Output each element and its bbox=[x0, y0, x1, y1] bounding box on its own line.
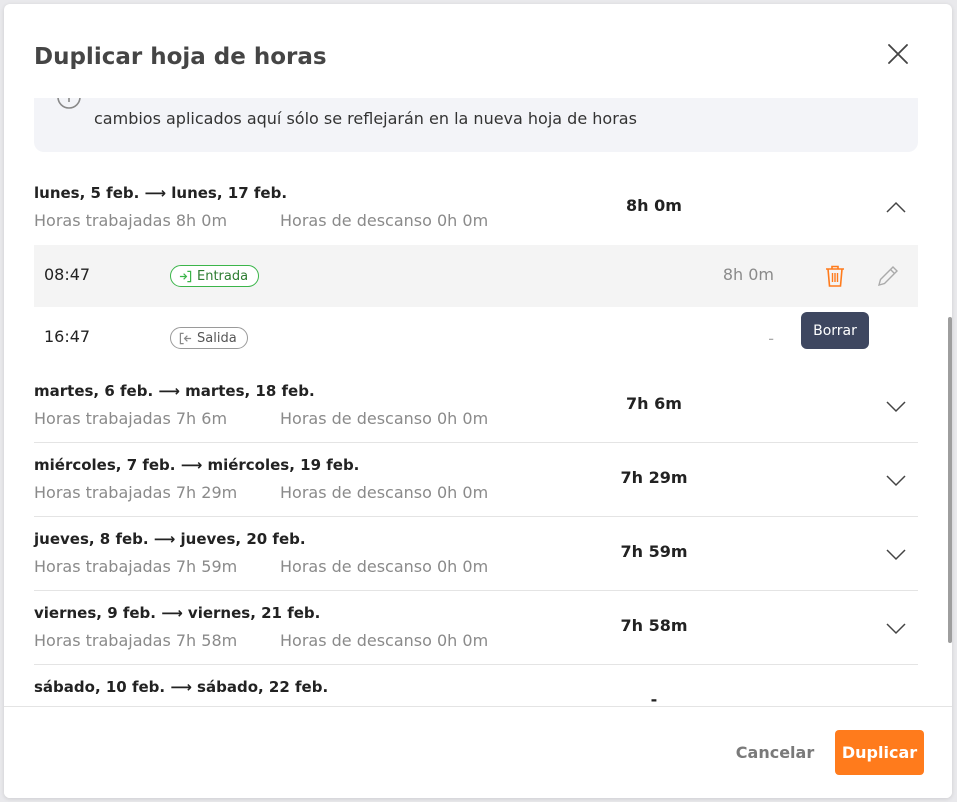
day-row-tuesday[interactable]: martes, 6 feb. ⟶ martes, 18 feb. Horas t… bbox=[34, 369, 918, 443]
day-row-saturday[interactable]: sábado, 10 feb. ⟶ sábado, 22 feb. - bbox=[34, 665, 918, 706]
day-title: miércoles, 7 feb. ⟶ miércoles, 19 feb. bbox=[34, 456, 360, 474]
entry-type-label: Entrada bbox=[197, 268, 249, 284]
day-title: viernes, 9 feb. ⟶ viernes, 21 feb. bbox=[34, 604, 321, 622]
day-row-thursday[interactable]: jueves, 8 feb. ⟶ jueves, 20 feb. Horas t… bbox=[34, 517, 918, 591]
duplicate-button[interactable]: Duplicar bbox=[835, 730, 924, 775]
trash-icon bbox=[826, 265, 844, 287]
entry-duration: - bbox=[768, 329, 774, 348]
day-total: 7h 59m bbox=[620, 542, 688, 561]
day-worked-hours: Horas trabajadas 7h 29m bbox=[34, 483, 238, 502]
entry-type-badge: Entrada bbox=[170, 265, 260, 287]
chevron-up-icon[interactable] bbox=[884, 196, 908, 220]
day-title: sábado, 10 feb. ⟶ sábado, 22 feb. bbox=[34, 678, 329, 696]
day-total: 7h 29m bbox=[620, 468, 688, 487]
edit-entry-button[interactable] bbox=[874, 262, 902, 290]
day-break-hours: Horas de descanso 0h 0m bbox=[280, 483, 489, 502]
chevron-down-icon[interactable] bbox=[884, 542, 908, 566]
day-total: 7h 6m bbox=[626, 394, 682, 413]
chevron-down-icon[interactable] bbox=[884, 616, 908, 640]
pencil-icon bbox=[878, 266, 898, 286]
delete-tooltip: Borrar bbox=[801, 312, 869, 349]
delete-entry-button[interactable] bbox=[822, 262, 848, 290]
day-break-hours: Horas de descanso 0h 0m bbox=[280, 557, 489, 576]
day-row-wednesday[interactable]: miércoles, 7 feb. ⟶ miércoles, 19 feb. H… bbox=[34, 443, 918, 517]
day-break-hours: Horas de descanso 0h 0m bbox=[280, 211, 489, 230]
modal-title: Duplicar hoja de horas bbox=[34, 44, 327, 70]
entry-type-badge: Salida bbox=[170, 327, 248, 349]
close-icon bbox=[888, 44, 908, 64]
chevron-down-icon[interactable] bbox=[884, 468, 908, 492]
day-title: jueves, 8 feb. ⟶ jueves, 20 feb. bbox=[34, 530, 306, 548]
day-break-hours: Horas de descanso 0h 0m bbox=[280, 409, 489, 428]
entry-type-label: Salida bbox=[197, 330, 237, 346]
clock-out-icon bbox=[179, 332, 192, 344]
duplicate-timesheet-modal: Duplicar hoja de horas cambios aplicados… bbox=[4, 4, 952, 798]
entry-row-clock-out[interactable]: 16:47 Salida - bbox=[34, 307, 918, 369]
day-total: - bbox=[650, 690, 658, 706]
info-text: cambios aplicados aquí sólo se reflejará… bbox=[94, 109, 637, 128]
day-total: 8h 0m bbox=[626, 196, 682, 215]
day-worked-hours: Horas trabajadas 7h 6m bbox=[34, 409, 228, 428]
day-row-monday[interactable]: lunes, 5 feb. ⟶ lunes, 17 feb. Horas tra… bbox=[34, 171, 918, 245]
entry-time: 16:47 bbox=[44, 327, 91, 346]
chevron-down-icon[interactable] bbox=[884, 394, 908, 418]
day-title: lunes, 5 feb. ⟶ lunes, 17 feb. bbox=[34, 184, 288, 202]
day-break-hours: Horas de descanso 0h 0m bbox=[280, 631, 489, 650]
clock-in-icon bbox=[179, 270, 192, 282]
day-worked-hours: Horas trabajadas 8h 0m bbox=[34, 211, 228, 230]
close-button[interactable] bbox=[882, 38, 914, 70]
day-worked-hours: Horas trabajadas 7h 58m bbox=[34, 631, 238, 650]
day-row-friday[interactable]: viernes, 9 feb. ⟶ viernes, 21 feb. Horas… bbox=[34, 591, 918, 665]
modal-content[interactable]: cambios aplicados aquí sólo se reflejará… bbox=[4, 98, 952, 706]
entry-row-clock-in[interactable]: 08:47 Entrada 8h 0m bbox=[34, 245, 918, 307]
info-icon bbox=[57, 98, 81, 109]
day-total: 7h 58m bbox=[620, 616, 688, 635]
entry-time: 08:47 bbox=[44, 265, 91, 284]
scrollbar[interactable] bbox=[948, 317, 952, 643]
day-worked-hours: Horas trabajadas 7h 59m bbox=[34, 557, 238, 576]
entry-duration: 8h 0m bbox=[722, 265, 774, 284]
day-title: martes, 6 feb. ⟶ martes, 18 feb. bbox=[34, 382, 315, 400]
info-banner: cambios aplicados aquí sólo se reflejará… bbox=[34, 98, 918, 152]
cancel-button[interactable]: Cancelar bbox=[720, 730, 830, 775]
modal-footer: Cancelar Duplicar bbox=[4, 706, 952, 798]
